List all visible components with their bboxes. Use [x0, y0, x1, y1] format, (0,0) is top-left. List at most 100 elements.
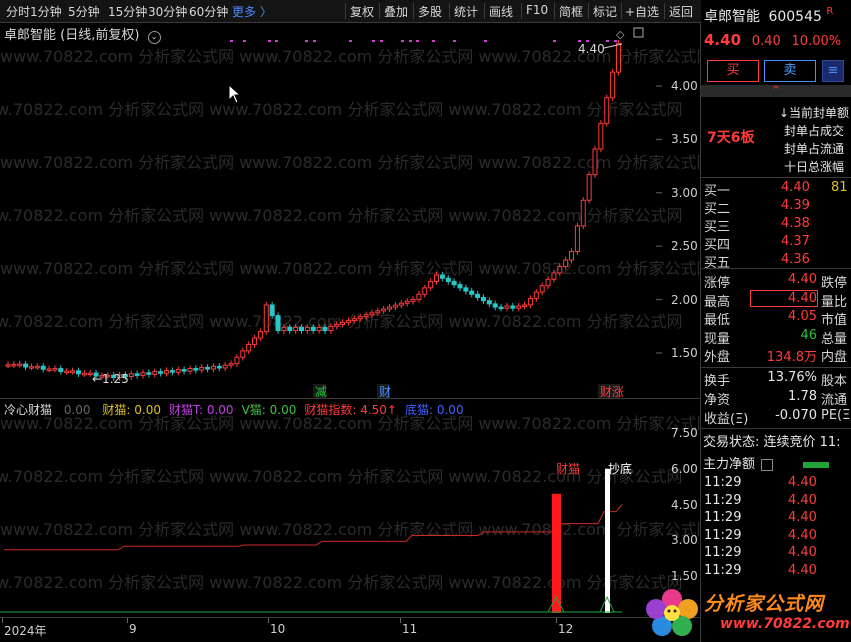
candlestick-chart[interactable]: www.70822.com 分析家公式网 www.70822.com 分析家公式…	[0, 22, 700, 400]
price-tick: 3.50	[671, 132, 698, 147]
date-tick: 10	[270, 622, 286, 636]
candle-body	[463, 287, 469, 292]
indicator-chart[interactable]: www.70822.com 分析家公式网 www.70822.com 分析家公式…	[0, 399, 700, 617]
candle-body	[228, 363, 234, 366]
toolbar-item-3[interactable]: 15分钟	[108, 3, 147, 20]
candle-body	[416, 293, 422, 300]
stat-right-0: 跌停	[821, 276, 848, 291]
toolbar-item-8[interactable]: 叠加	[384, 3, 408, 20]
watermark-text: www.70822.com 分析家公式网 www.70822.com 分析家公式…	[0, 573, 683, 592]
stat-value-0: 4.40	[788, 272, 817, 287]
toolbar-item-9[interactable]: 多股	[418, 3, 442, 20]
sell-button[interactable]: 卖	[764, 60, 816, 82]
candle-body	[375, 310, 381, 314]
toolbar-item-5[interactable]: 60分钟	[189, 3, 228, 20]
toolbar-separator	[484, 3, 485, 19]
bid-price-4: 4.36	[781, 252, 810, 267]
limit-info-0: ↓当前封单额	[779, 106, 850, 120]
candle-body	[222, 364, 228, 369]
candle-body	[592, 148, 598, 176]
candle-body	[434, 274, 440, 282]
signal-dot	[484, 40, 487, 42]
signal-dot	[275, 40, 278, 42]
candle-body	[75, 370, 81, 375]
toolbar-item-16[interactable]: 返回	[669, 3, 693, 20]
candle-body	[240, 350, 246, 358]
candle-body	[428, 280, 434, 289]
candle-body	[551, 272, 557, 280]
signal-dot	[313, 40, 316, 42]
signal-dot	[305, 40, 308, 42]
candle-body	[439, 274, 445, 279]
tick-time-2: 11:29	[704, 510, 742, 525]
candle-body	[210, 365, 216, 370]
bid-price-2: 4.38	[781, 216, 810, 231]
date-tick-mark	[400, 618, 401, 623]
toolbar-item-13[interactable]: 简框	[559, 3, 583, 20]
bid-label-2: 买三	[704, 220, 731, 235]
toolbar-item-14[interactable]: 标记	[593, 3, 617, 20]
price-tick: 4.00	[671, 79, 698, 93]
candle-body	[17, 363, 23, 367]
stat-right-3: 总量	[821, 331, 848, 347]
toolbar-separator	[554, 3, 555, 19]
bid-label-0: 买一	[704, 184, 731, 199]
mouse-cursor-icon	[228, 84, 242, 104]
toolbar-item-2[interactable]: 5分钟	[68, 3, 100, 20]
candle-body	[492, 303, 498, 308]
bid-label-1: 买二	[704, 202, 731, 217]
candle-body	[216, 365, 222, 369]
diamond-icon[interactable]: ◇	[616, 28, 625, 41]
price-tick: 2.00	[671, 292, 698, 307]
candle-body	[527, 298, 533, 306]
candle-body	[169, 370, 175, 373]
candle-body	[128, 373, 134, 377]
signal-dot	[416, 40, 419, 42]
buy-button[interactable]: 买	[707, 60, 759, 82]
date-tick: 12	[558, 622, 574, 636]
candle-body	[480, 296, 486, 302]
candle-body	[175, 369, 181, 373]
toolbar-item-10[interactable]: 统计	[454, 3, 478, 20]
candle-body	[187, 367, 193, 372]
stat2-label-2: 收益(Ξ)	[704, 412, 749, 427]
flow-bar	[803, 461, 830, 468]
candle-body	[398, 302, 404, 306]
price-pct: 10.00%	[791, 34, 842, 49]
candle-body	[410, 298, 416, 302]
candle-body	[52, 368, 58, 371]
indicator-tick: 7.50	[671, 426, 698, 440]
toolbar-item-12[interactable]: F10	[526, 3, 548, 17]
toolbar-item-0[interactable]: 分时	[6, 3, 30, 20]
limit-info-2: 封单占流通	[784, 142, 845, 156]
tick-time-0: 11:29	[704, 475, 742, 490]
candle-body	[569, 251, 575, 261]
stat-value-4: 134.8万	[766, 350, 817, 365]
price-change: 0.40	[751, 34, 781, 49]
candle-body	[70, 370, 76, 373]
more-button[interactable]: ≡	[822, 60, 844, 82]
date-tick: 2024年	[4, 624, 47, 638]
grid-icon[interactable]	[761, 458, 774, 471]
stock-code: 600545	[768, 9, 822, 25]
toolbar-item-1[interactable]: 1分钟	[30, 3, 62, 20]
collapse-bar[interactable]: ^	[701, 85, 851, 97]
stat-value-2: 4.05	[788, 309, 817, 324]
candle-body	[316, 326, 322, 332]
streak-label: 7天6板	[707, 130, 755, 146]
candle-body	[246, 343, 252, 352]
indicator-tick: 6.00	[671, 461, 698, 476]
candle-body	[181, 369, 187, 372]
toolbar-item-4[interactable]: 30分钟	[148, 3, 187, 20]
watermark-text: www.70822.com 分析家公式网 www.70822.com 分析家公式…	[0, 467, 683, 486]
watermark-text: www.70822.com 分析家公式网 www.70822.com 分析家公式…	[0, 206, 683, 225]
stat-label-0: 涨停	[704, 276, 731, 291]
toolbar-item-7[interactable]: 复权	[350, 3, 374, 20]
toolbar-item-6[interactable]: 更多 〉	[232, 3, 272, 20]
toolbar-item-11[interactable]: 画线	[489, 3, 513, 20]
candle-body	[5, 364, 11, 367]
window-toggle-icon[interactable]	[633, 27, 644, 38]
logo: 分析家公式网 www.70822.com	[640, 583, 851, 642]
toolbar-item-15[interactable]: +自选	[625, 3, 659, 20]
watermark-text: www.70822.com 分析家公式网 www.70822.com 分析家公式…	[0, 520, 700, 539]
